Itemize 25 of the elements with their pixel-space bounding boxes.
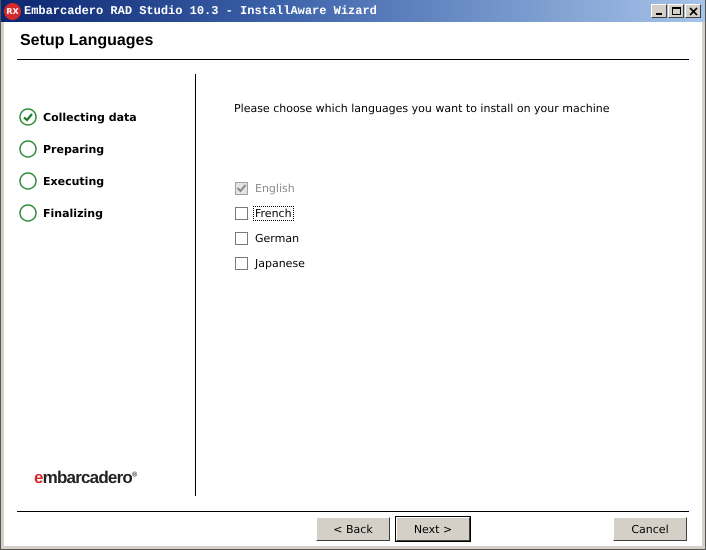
minimize-icon bbox=[656, 12, 662, 14]
next-button[interactable]: Next > bbox=[396, 517, 470, 541]
step-label: Collecting data bbox=[43, 110, 137, 124]
step-label: Executing bbox=[43, 174, 104, 188]
checkbox[interactable] bbox=[235, 257, 248, 270]
checkbox-label: Japanese bbox=[254, 256, 306, 271]
logo: embarcadero$^{®}$ bbox=[34, 468, 138, 488]
page-title: Setup Languages bbox=[20, 32, 154, 50]
back-button[interactable]: < Back bbox=[316, 517, 390, 541]
maximize-icon bbox=[672, 6, 680, 16]
step-label: Finalizing bbox=[43, 206, 103, 220]
close-button[interactable] bbox=[685, 4, 701, 18]
app-badge: RX bbox=[4, 2, 21, 20]
checkbox[interactable] bbox=[235, 232, 248, 245]
step-label: Preparing bbox=[43, 142, 104, 156]
instruction-text: Please choose which languages you want to install on your machine bbox=[234, 102, 611, 115]
cancel-button[interactable]: Cancel bbox=[613, 517, 687, 541]
close-icon bbox=[688, 6, 698, 16]
checkbox-label: German bbox=[254, 231, 300, 246]
window-title: Embarcadero RAD Studio 10.3 - InstallAware Wizard bbox=[24, 4, 378, 18]
checkbox-label: French bbox=[253, 206, 294, 221]
checkbox[interactable] bbox=[235, 207, 248, 220]
maximize-button[interactable] bbox=[668, 4, 684, 18]
checkbox-label: English bbox=[254, 181, 296, 196]
minimize-button[interactable] bbox=[651, 4, 667, 18]
